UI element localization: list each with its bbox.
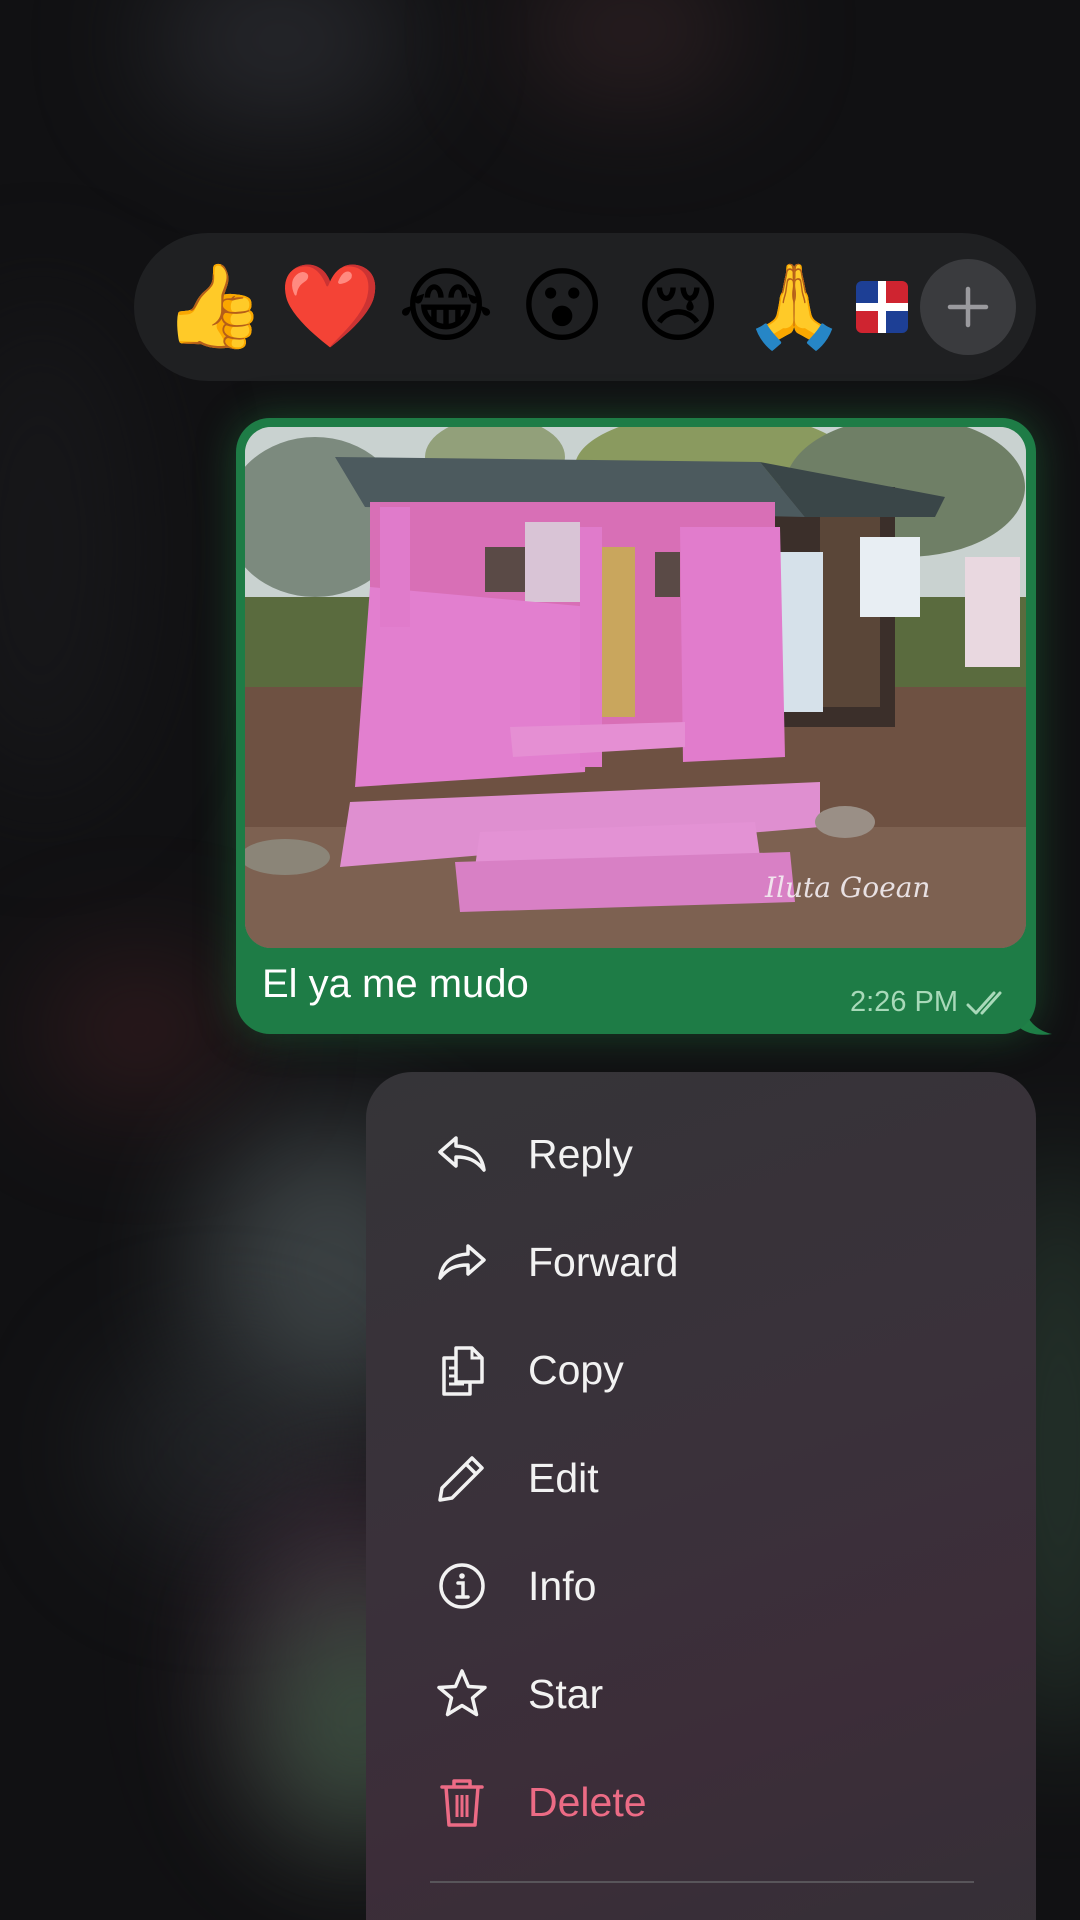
menu-divider (430, 1881, 974, 1883)
reaction-bar: 👍 ❤️ 😂 😮 😢 🙏 (134, 233, 1036, 381)
menu-item-star[interactable]: Star (366, 1640, 1036, 1748)
menu-label-copy: Copy (528, 1346, 624, 1393)
reaction-red-heart[interactable]: ❤️ (272, 249, 388, 365)
info-icon (434, 1558, 490, 1614)
trash-icon (434, 1774, 490, 1830)
menu-label-info: Info (528, 1562, 597, 1609)
plus-icon (947, 286, 989, 328)
reaction-tears-of-joy[interactable]: 😂 (388, 249, 504, 365)
menu-item-edit[interactable]: Edit (366, 1424, 1036, 1532)
more-reactions-button[interactable] (920, 259, 1016, 355)
background-blur (520, 0, 740, 90)
menu-item-delete[interactable]: Delete (366, 1748, 1036, 1856)
message-meta: 2:26 PM (850, 986, 1010, 1019)
reaction-thumbs-up[interactable]: 👍 (156, 249, 272, 365)
background-blur (0, 300, 140, 800)
menu-item-copy[interactable]: Copy (366, 1316, 1036, 1424)
menu-label-reply: Reply (528, 1130, 633, 1177)
double-check-icon (966, 991, 1002, 1014)
background-blur (40, 960, 240, 1100)
forward-icon (434, 1234, 490, 1290)
reply-icon (434, 1126, 490, 1182)
house-photo-image: Iluta Goean (245, 427, 1026, 948)
menu-label-forward: Forward (528, 1238, 679, 1285)
background-blur (150, 0, 410, 120)
reaction-open-mouth[interactable]: 😮 (504, 249, 620, 365)
menu-label-delete: Delete (528, 1778, 647, 1825)
message-text: El ya me mudo (262, 962, 529, 1006)
message-bubble[interactable]: Iluta Goean El ya me mudo 2:26 PM (236, 418, 1036, 1034)
context-menu: Reply Forward Copy Edit Info Star Delete (366, 1072, 1036, 1920)
star-icon (434, 1666, 490, 1722)
message-photo[interactable]: Iluta Goean (245, 427, 1026, 948)
copy-icon (434, 1342, 490, 1398)
menu-item-reply[interactable]: Reply (366, 1100, 1036, 1208)
reaction-folded-hands[interactable]: 🙏 (736, 249, 852, 365)
menu-item-info[interactable]: Info (366, 1532, 1036, 1640)
menu-label-edit: Edit (528, 1454, 599, 1501)
menu-label-star: Star (528, 1670, 604, 1717)
message-time: 2:26 PM (850, 986, 958, 1018)
chat-screen: 👍 ❤️ 😂 😮 😢 🙏 Iluta Goean El ya me mudo 2… (0, 0, 1080, 1920)
reaction-crying-face[interactable]: 😢 (620, 249, 736, 365)
dominican-republic-flag-icon[interactable] (856, 281, 908, 333)
photo-watermark: Iluta Goean (764, 871, 930, 904)
menu-item-forward[interactable]: Forward (366, 1208, 1036, 1316)
pencil-icon (434, 1450, 490, 1506)
